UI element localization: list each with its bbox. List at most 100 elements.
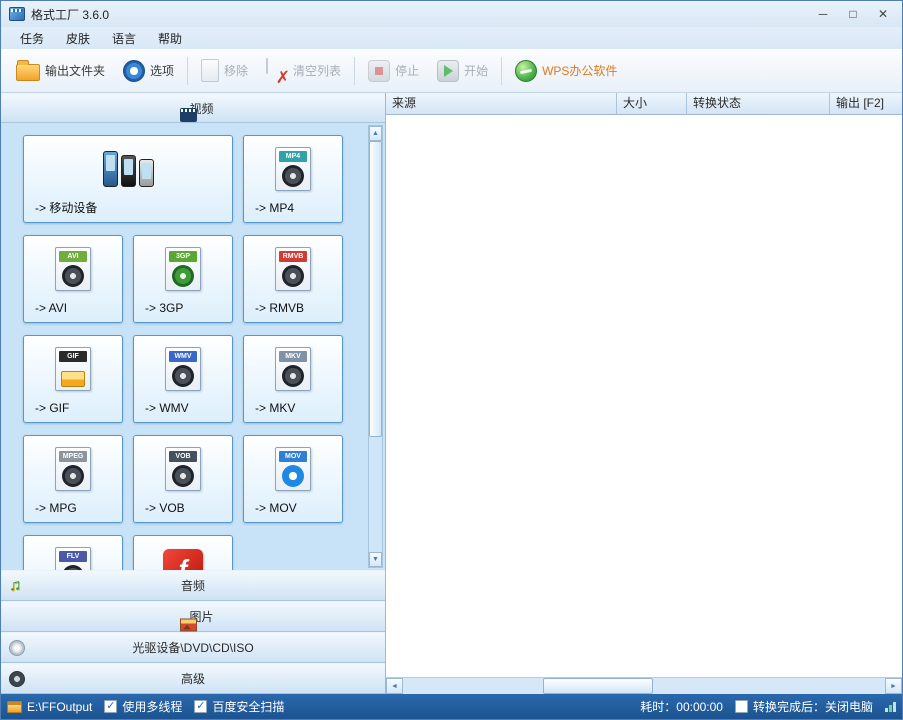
rmvb-icon: RMVB (244, 236, 342, 298)
wps-office-button[interactable]: WPS办公软件 (506, 55, 626, 87)
section-rom-device[interactable]: 光驱设备\DVD\CD\ISO (1, 632, 385, 663)
audio-icon: ♫ (9, 578, 21, 594)
target-mobile-devices[interactable]: -> 移动设备 (23, 135, 233, 223)
video-targets-panel: -> 移动设备 MP4 -> MP4 AVI -> AVI (1, 123, 385, 570)
target-swf[interactable]: f (133, 535, 233, 570)
scroll-down-icon[interactable]: ▼ (369, 552, 382, 567)
close-button[interactable]: ✕ (868, 4, 898, 24)
menu-help[interactable]: 帮助 (147, 28, 193, 49)
main-area: 视频 -> 移动设备 MP4 (1, 93, 902, 694)
elapsed-time-label: 耗时：00:00:00 (640, 698, 723, 715)
start-icon (437, 60, 459, 82)
mkv-icon: MKV (244, 336, 342, 398)
multithread-label: 使用多线程 (122, 698, 182, 715)
scrollbar-track[interactable] (369, 141, 382, 552)
folder-icon (16, 64, 40, 81)
baidu-scan-option[interactable]: ✓ 百度安全扫描 (194, 698, 284, 715)
reel-icon (9, 671, 25, 687)
multithread-checkbox[interactable]: ✓ (104, 700, 117, 713)
wmv-icon: WMV (134, 336, 232, 398)
vertical-scrollbar[interactable]: ▲ ▼ (368, 125, 383, 568)
window-controls: ─ □ ✕ (808, 4, 898, 24)
scrollbar-thumb[interactable] (369, 141, 382, 437)
column-size[interactable]: 大小 (617, 93, 687, 114)
maximize-button[interactable]: □ (838, 4, 868, 24)
menu-skin[interactable]: 皮肤 (55, 28, 101, 49)
options-button[interactable]: 选项 (114, 55, 183, 87)
menu-language[interactable]: 语言 (101, 28, 147, 49)
clear-list-icon: ✗ (266, 59, 288, 83)
output-path-group[interactable]: E:\FFOutput (7, 700, 92, 714)
mobile-devices-icon (24, 136, 232, 198)
column-output[interactable]: 输出 [F2] (830, 93, 902, 114)
hscrollbar-track[interactable] (403, 678, 885, 694)
target-mov[interactable]: MOV -> MOV (243, 435, 343, 523)
section-video[interactable]: 视频 (1, 93, 385, 123)
disc-icon (9, 640, 25, 656)
column-status[interactable]: 转换状态 (687, 93, 830, 114)
target-gif[interactable]: GIF -> GIF (23, 335, 123, 423)
target-3gp[interactable]: 3GP -> 3GP (133, 235, 233, 323)
scroll-up-icon[interactable]: ▲ (369, 126, 382, 141)
target-wmv[interactable]: WMV -> WMV (133, 335, 233, 423)
minimize-button[interactable]: ─ (808, 4, 838, 24)
target-vob[interactable]: VOB -> VOB (133, 435, 233, 523)
gear-icon (123, 60, 145, 82)
task-list-panel: 来源 大小 转换状态 输出 [F2] ◄ ► (386, 93, 902, 694)
flash-icon: f (134, 536, 232, 570)
gif-icon: GIF (24, 336, 122, 398)
window-title: 格式工厂 3.6.0 (31, 6, 109, 23)
video-icon (180, 108, 197, 122)
hscrollbar-thumb[interactable] (543, 678, 653, 694)
output-path-label: E:\FFOutput (27, 700, 92, 714)
section-rom-label: 光驱设备\DVD\CD\ISO (132, 639, 253, 656)
stop-button[interactable]: 停止 (359, 55, 428, 87)
shutdown-after-checkbox[interactable] (735, 700, 748, 713)
vob-icon: VOB (134, 436, 232, 498)
target-avi[interactable]: AVI -> AVI (23, 235, 123, 323)
3gp-icon: 3GP (134, 236, 232, 298)
scroll-right-icon[interactable]: ► (885, 678, 902, 694)
remove-button[interactable]: 移除 (192, 54, 257, 87)
picture-icon (180, 618, 197, 631)
task-table-header: 来源 大小 转换状态 输出 [F2] (386, 93, 902, 115)
output-folder-button[interactable]: 输出文件夹 (7, 55, 114, 86)
toolbar-separator (354, 57, 355, 85)
section-advanced[interactable]: 高级 (1, 663, 385, 694)
toolbar: 输出文件夹 选项 移除 ✗ 清空列表 停止 开始 (1, 49, 902, 93)
remove-icon (201, 59, 219, 82)
mpg-icon: MPEG (24, 436, 122, 498)
shutdown-after-option[interactable]: 转换完成后：关闭电脑 (735, 698, 873, 715)
section-audio-label: 音频 (181, 577, 205, 594)
flv-icon: FLV (24, 536, 122, 570)
mp4-icon: MP4 (244, 136, 342, 198)
baidu-scan-label: 百度安全扫描 (212, 698, 284, 715)
video-targets-grid: -> 移动设备 MP4 -> MP4 AVI -> AVI (1, 123, 385, 570)
horizontal-scrollbar[interactable]: ◄ ► (386, 677, 902, 694)
target-flv[interactable]: FLV (23, 535, 123, 570)
target-mpg[interactable]: MPEG -> MPG (23, 435, 123, 523)
scroll-left-icon[interactable]: ◄ (386, 678, 403, 694)
multithread-option[interactable]: ✓ 使用多线程 (104, 698, 182, 715)
wps-icon (515, 60, 537, 82)
network-signal-icon[interactable] (885, 702, 896, 712)
target-rmvb[interactable]: RMVB -> RMVB (243, 235, 343, 323)
avi-icon: AVI (24, 236, 122, 298)
column-source[interactable]: 来源 (386, 93, 617, 114)
target-mp4[interactable]: MP4 -> MP4 (243, 135, 343, 223)
start-button[interactable]: 开始 (428, 55, 497, 87)
sidebar: 视频 -> 移动设备 MP4 (1, 93, 386, 694)
menu-task[interactable]: 任务 (9, 28, 55, 49)
task-table-body[interactable] (386, 115, 902, 677)
app-window: 格式工厂 3.6.0 ─ □ ✕ 任务 皮肤 语言 帮助 输出文件夹 选项 移除 (0, 0, 903, 720)
status-right-group: 耗时：00:00:00 转换完成后：关闭电脑 (640, 698, 896, 715)
section-audio[interactable]: ♫ 音频 (1, 570, 385, 601)
shutdown-after-label: 转换完成后：关闭电脑 (753, 698, 873, 715)
mov-icon: MOV (244, 436, 342, 498)
clear-list-button[interactable]: ✗ 清空列表 (257, 54, 350, 88)
toolbar-separator (187, 57, 188, 85)
target-mkv[interactable]: MKV -> MKV (243, 335, 343, 423)
stop-icon (368, 60, 390, 82)
section-picture[interactable]: 图片 (1, 601, 385, 632)
baidu-scan-checkbox[interactable]: ✓ (194, 700, 207, 713)
